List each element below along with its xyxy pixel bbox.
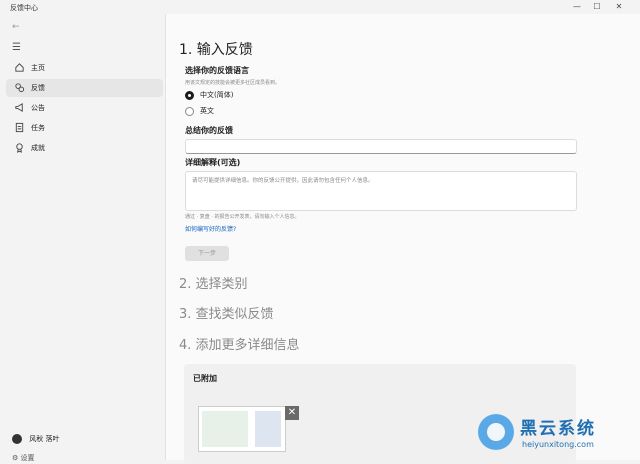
remove-attachment-button[interactable]: ✕ — [285, 406, 299, 420]
radio-english[interactable]: 英文 — [185, 106, 214, 116]
watermark-logo-icon — [478, 414, 514, 450]
screenshot-thumbnail[interactable] — [198, 406, 286, 452]
details-placeholder: 请尽可能提供详细信息。你的反馈公开提供，因此请勿包含任何个人信息。 — [192, 178, 374, 184]
watermark-site: heiyunxitong.com — [522, 440, 594, 449]
radio-label: 中文(简体) — [200, 91, 234, 99]
radio-dot — [185, 106, 194, 116]
minimize-button[interactable]: — — [568, 1, 586, 13]
settings-item[interactable]: ⚙ 设置 — [12, 453, 35, 463]
sidebar-item-label: 任务 — [31, 124, 45, 132]
thumbnail-right — [255, 411, 281, 447]
language-title: 选择你的反馈语言 — [185, 66, 249, 75]
step-4-title[interactable]: 4. 添加更多详细信息 — [179, 334, 300, 353]
main-content: 1. 输入反馈 选择你的反馈语言 用该文规定的技能会被更多社区成员看到。 中文(… — [165, 14, 640, 464]
attachments-title: 已附加 — [193, 374, 217, 383]
sidebar-item-label: 主页 — [31, 64, 45, 72]
summary-title: 总结你的反馈 — [185, 126, 233, 135]
radio-chinese[interactable]: 中文(简体) — [185, 90, 233, 100]
details-title: 详细解释(可选) — [185, 158, 241, 167]
watermark: 黑云系统 heiyunxitong.com — [474, 410, 634, 456]
sidebar-item-home[interactable]: 主页 — [6, 59, 163, 77]
feedback-icon — [15, 83, 25, 93]
achievement-icon — [16, 143, 23, 153]
step-1-title: 1. 输入反馈 — [179, 42, 253, 58]
summary-input[interactable] — [185, 139, 577, 154]
sidebar-item-tasks[interactable]: 任务 — [6, 119, 163, 137]
details-textarea[interactable]: 请尽可能提供详细信息。你的反馈公开提供，因此请勿包含任何个人信息。 — [185, 171, 577, 211]
watermark-name: 黑云系统 — [520, 419, 596, 439]
app-title: 反馈中心 — [10, 4, 38, 12]
home-icon — [15, 63, 24, 72]
details-footnote: 通过 · 复盘 · 的报告公开发表，请勿输入个人信息。 — [185, 214, 300, 220]
settings-label: 设置 — [20, 454, 35, 462]
user-profile[interactable]: 风秋 落叶 — [12, 434, 59, 444]
sidebar-item-achievements[interactable]: 成就 — [6, 139, 163, 157]
maximize-button[interactable]: ☐ — [588, 1, 606, 13]
sidebar-item-label: 成就 — [31, 144, 45, 152]
back-icon[interactable]: ← — [12, 22, 20, 32]
gear-icon: ⚙ — [12, 454, 19, 462]
thumbnail-left — [202, 411, 248, 447]
sidebar-item-announcements[interactable]: 公告 — [6, 99, 163, 117]
hamburger-menu-icon[interactable]: ☰ — [12, 42, 21, 53]
sidebar-item-feedback[interactable]: 反馈 — [6, 79, 163, 97]
avatar — [12, 434, 22, 444]
user-name: 风秋 落叶 — [29, 435, 60, 443]
help-link[interactable]: 如何编写好的反馈? — [185, 224, 236, 233]
step-3-title[interactable]: 3. 查找类似反馈 — [179, 303, 274, 322]
sidebar-item-label: 公告 — [31, 104, 45, 112]
next-button[interactable]: 下一步 — [185, 246, 229, 261]
radio-dot — [185, 90, 194, 100]
task-icon — [15, 122, 24, 133]
sidebar-item-label: 反馈 — [31, 84, 45, 92]
close-button[interactable]: ✕ — [610, 1, 628, 13]
language-hint: 用该文规定的技能会被更多社区成员看到。 — [185, 80, 281, 86]
radio-label: 英文 — [200, 107, 214, 115]
step-2-title[interactable]: 2. 选择类别 — [179, 273, 248, 292]
title-bar: 反馈中心 — ☐ ✕ — [0, 0, 640, 14]
megaphone-icon — [15, 103, 23, 112]
sidebar: ← ☰ 主页 反馈 公告 任务 成就 风秋 落叶 ⚙ 设置 — [0, 14, 165, 463]
